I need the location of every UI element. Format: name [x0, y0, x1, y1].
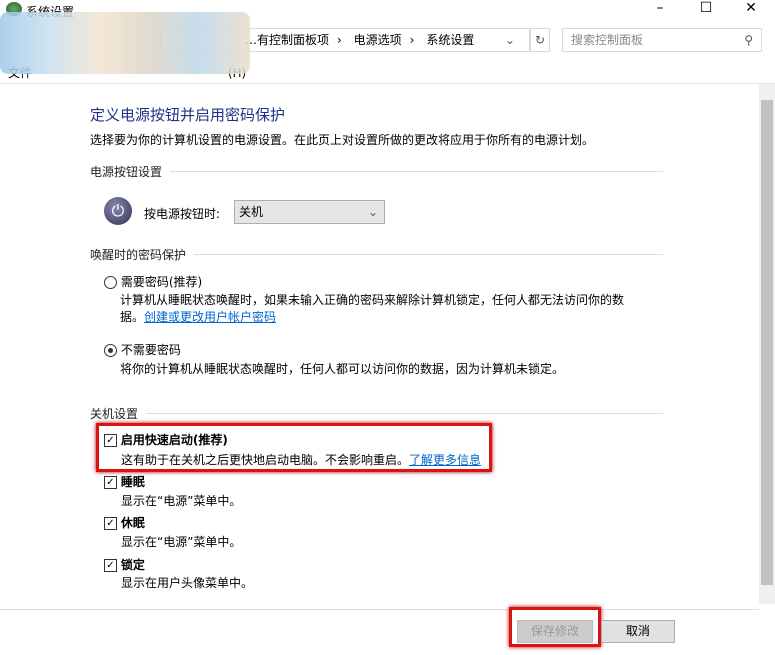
option-description: 这有助于在关机之后更快地启动电脑。不会影响重启。了解更多信息 — [121, 451, 481, 468]
checkbox-sleep[interactable]: ✓ 睡眠 — [104, 473, 145, 490]
radio-require-password[interactable]: 需要密码(推荐) — [104, 273, 202, 290]
checkbox-label: 锁定 — [120, 558, 145, 572]
option-description: 显示在“电源”菜单中。 — [121, 494, 242, 508]
checkbox-hibernate[interactable]: ✓ 休眠 — [104, 514, 145, 531]
scrollbar-thumb[interactable] — [761, 100, 773, 585]
option-description: 显示在用户头像菜单中。 — [121, 576, 254, 590]
desc-text: 计算机从睡眠状态唤醒时，如果未输入正确的密码来解除计算机锁定，任何人都无法访问你… — [120, 293, 625, 307]
checkbox-label: 睡眠 — [120, 475, 145, 489]
section-wake-password: 唤醒时的密码保护 — [90, 246, 663, 263]
change-password-link[interactable]: 创建或更改用户帐户密码 — [144, 310, 276, 324]
search-icon[interactable]: ⚲ — [744, 29, 753, 51]
chevron-down-icon[interactable]: ⌄ — [505, 29, 515, 51]
page-title: 定义电源按钮并启用密码保护 — [90, 106, 286, 124]
section-heading: 关机设置 — [90, 407, 139, 421]
section-shutdown: 关机设置 — [90, 405, 663, 422]
learn-more-link[interactable]: 了解更多信息 — [409, 453, 481, 467]
breadcrumb-item[interactable]: …有控制面板项 — [245, 33, 329, 47]
checkbox[interactable]: ✓ — [104, 476, 117, 489]
checkbox[interactable]: ✓ — [104, 517, 117, 530]
checkbox-fast-startup[interactable]: ✓ 启用快速启动(推荐) — [104, 431, 228, 448]
search-input[interactable]: 搜索控制面板 ⚲ — [562, 28, 762, 52]
radio-label: 需要密码(推荐) — [120, 275, 203, 289]
power-button-action-select[interactable]: 关机 ⌄ — [234, 200, 385, 224]
option-description: 计算机从睡眠状态唤醒时，如果未输入正确的密码来解除计算机锁定，任何人都无法访问你… — [120, 292, 660, 326]
section-heading: 唤醒时的密码保护 — [90, 248, 187, 262]
refresh-icon[interactable]: ↻ — [530, 28, 550, 52]
breadcrumb-separator: › — [337, 33, 342, 47]
cancel-button[interactable]: 取消 — [601, 620, 675, 643]
save-button[interactable]: 保存修改 — [517, 620, 593, 643]
checkbox-lock[interactable]: ✓ 锁定 — [104, 556, 145, 573]
footer-divider — [0, 609, 759, 610]
breadcrumb-item[interactable]: 电源选项 — [354, 33, 402, 47]
option-description: 将你的计算机从睡眠状态唤醒时，任何人都可以访问你的数据，因为计算机未锁定。 — [120, 362, 565, 376]
divider — [0, 83, 775, 84]
page-description: 选择要为你的计算机设置的电源设置。在此页上对设置所做的更改将应用于你所有的电源计… — [90, 133, 595, 147]
checkbox-label: 启用快速启动(推荐) — [120, 433, 228, 447]
minimize-button[interactable]: – — [640, 0, 680, 18]
power-button-label: 按电源按钮时: — [144, 207, 221, 221]
section-power-button: 电源按钮设置 — [90, 163, 663, 180]
close-button[interactable]: ✕ — [731, 0, 771, 18]
desc-text: 这有助于在关机之后更快地启动电脑。不会影响重启。 — [121, 453, 410, 467]
radio-no-password[interactable]: 不需要密码 — [104, 341, 181, 358]
chevron-down-icon: ⌄ — [367, 205, 378, 219]
checkbox[interactable]: ✓ — [104, 559, 117, 572]
radio-button[interactable] — [104, 344, 117, 357]
checkbox-label: 休眠 — [120, 516, 145, 530]
section-heading: 电源按钮设置 — [90, 165, 163, 179]
power-icon: ⏻ — [104, 197, 132, 225]
option-description: 显示在“电源”菜单中。 — [121, 535, 242, 549]
select-value: 关机 — [239, 205, 264, 219]
pixelated-redaction — [0, 12, 250, 74]
radio-button[interactable] — [104, 276, 117, 289]
checkbox[interactable]: ✓ — [104, 434, 117, 447]
search-placeholder: 搜索控制面板 — [571, 33, 644, 47]
desc-text: 据。 — [120, 310, 145, 324]
maximize-button[interactable]: ☐ — [686, 0, 726, 18]
breadcrumb-separator: › — [409, 33, 415, 47]
breadcrumb-item[interactable]: 系统设置 — [426, 33, 474, 47]
radio-label: 不需要密码 — [120, 343, 181, 357]
